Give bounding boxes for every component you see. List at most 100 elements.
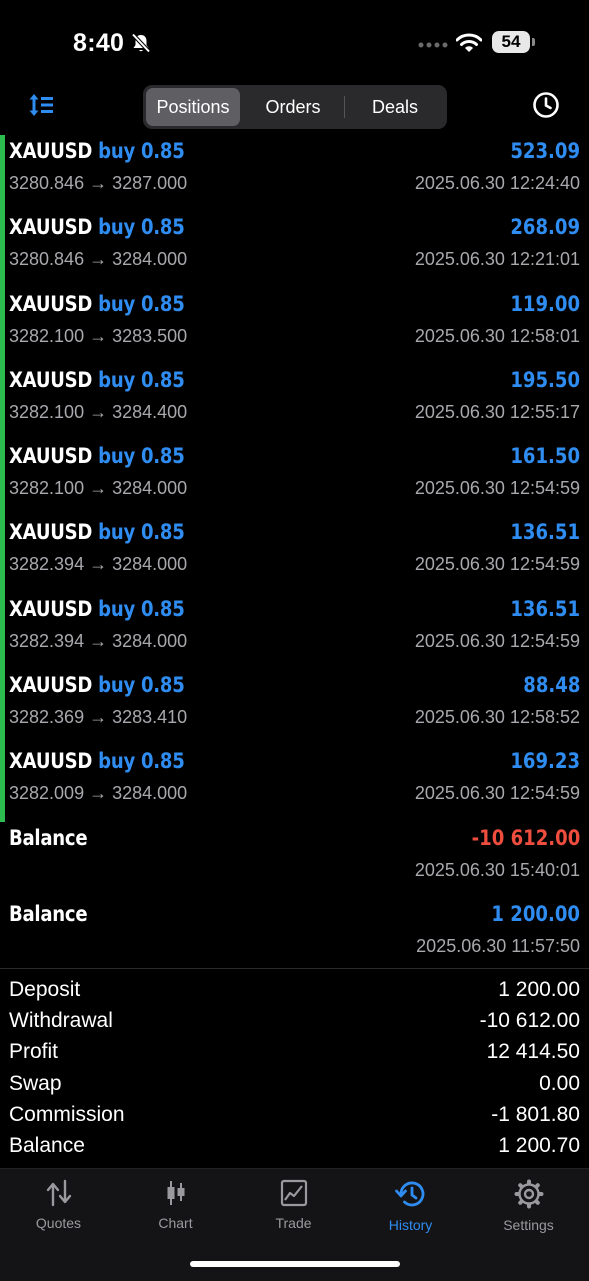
deal-row[interactable]: XAUUSD buy 0.85 195.50 3282.100 → 3284.4… [0, 363, 589, 441]
deal-profit: 523.09 [510, 139, 580, 163]
tab-deals[interactable]: Deals [346, 88, 444, 126]
position-indicator [0, 516, 5, 593]
segment-divider [344, 96, 345, 118]
tab-positions[interactable]: Positions [146, 88, 240, 126]
status-bar: 8:40 54 [0, 0, 589, 80]
deal-title: XAUUSD buy 0.85 [9, 673, 185, 697]
summary-label: Withdrawal [9, 1009, 113, 1033]
tab-label: Settings [503, 1217, 554, 1233]
balance-row[interactable]: Balance -10 612.00 2025.06.30 15:40:01 [0, 822, 589, 898]
deal-profit: 268.09 [510, 215, 580, 240]
home-indicator[interactable] [190, 1261, 400, 1267]
summary-value: 1 200.00 [498, 978, 580, 1001]
chart-icon [167, 1181, 184, 1205]
summary-label: Swap [9, 1071, 62, 1095]
deal-profit: 195.50 [510, 367, 580, 392]
history-icon [394, 1181, 424, 1207]
deal-symbol: XAUUSD [9, 749, 93, 774]
tab-label: History [388, 1217, 433, 1233]
tab-quotes[interactable]: Quotes [0, 1179, 117, 1231]
summary-value: 1 200.70 [498, 1133, 580, 1157]
tab-label: Chart [158, 1215, 193, 1231]
summary-profit: Profit 12 414.50 [0, 1038, 589, 1069]
deal-side: buy 0.85 [98, 673, 185, 698]
summary-value: 0.00 [539, 1071, 580, 1095]
deal-side: buy 0.85 [98, 596, 185, 621]
position-indicator [0, 363, 5, 441]
battery-indicator: 54 [492, 31, 530, 53]
deal-time: 2025.06.30 12:21:01 [414, 249, 580, 270]
deal-time: 2025.06.30 12:54:59 [414, 554, 580, 575]
deal-symbol: XAUUSD [9, 596, 93, 621]
deals-list: XAUUSD buy 0.85 523.09 3280.846 → 3287.0… [0, 135, 589, 974]
deal-prices: 3282.394 → 3284.000 [9, 554, 188, 575]
deal-profit: 136.51 [510, 520, 580, 545]
deal-title: XAUUSD buy 0.85 [9, 520, 185, 544]
deal-row[interactable]: XAUUSD buy 0.85 88.48 3282.369 → 3283.41… [0, 669, 589, 746]
deal-side: buy 0.85 [98, 520, 185, 545]
deal-prices: 3282.100 → 3284.000 [9, 478, 188, 499]
balance-title: Balance [9, 826, 88, 850]
deal-row[interactable]: XAUUSD buy 0.85 119.00 3282.100 → 3283.5… [0, 287, 589, 364]
battery-tip [532, 38, 535, 46]
balance-time: 2025.06.30 11:57:50 [416, 935, 580, 956]
deal-prices: 3282.100 → 3283.500 [9, 325, 188, 346]
deal-row[interactable]: XAUUSD buy 0.85 161.50 3282.100 → 3284.0… [0, 440, 589, 517]
deal-side: buy 0.85 [98, 367, 185, 392]
tab-chart[interactable]: Chart [117, 1179, 234, 1231]
deal-row[interactable]: XAUUSD buy 0.85 169.23 3282.009 → 3284.0… [0, 745, 589, 822]
deal-title: XAUUSD buy 0.85 [9, 749, 185, 773]
tab-history[interactable]: History [352, 1179, 469, 1233]
deal-symbol: XAUUSD [9, 673, 93, 698]
deal-title: XAUUSD buy 0.85 [9, 597, 185, 621]
deal-prices: 3282.394 → 3284.000 [9, 630, 188, 651]
deal-profit: 161.50 [510, 444, 580, 469]
history-summary: Deposit 1 200.00 Withdrawal -10 612.00 P… [0, 968, 589, 1163]
deal-side: buy 0.85 [98, 291, 185, 316]
history-segment-control: Positions Orders Deals [143, 85, 447, 129]
clock-period-icon[interactable] [532, 91, 560, 119]
deal-side: buy 0.85 [98, 139, 185, 163]
deal-time: 2025.06.30 12:55:17 [414, 401, 580, 422]
deal-symbol: XAUUSD [9, 139, 93, 163]
deal-row[interactable]: XAUUSD buy 0.85 136.51 3282.394 → 3284.0… [0, 592, 589, 670]
deal-title: XAUUSD buy 0.85 [9, 444, 185, 468]
tab-trade[interactable]: Trade [235, 1179, 352, 1231]
sort-icon[interactable] [28, 92, 56, 118]
trade-icon [280, 1179, 307, 1207]
summary-withdrawal: Withdrawal -10 612.00 [0, 1007, 589, 1038]
deal-symbol: XAUUSD [9, 367, 93, 392]
deal-symbol: XAUUSD [9, 520, 93, 545]
balance-label: Balance [9, 901, 88, 926]
summary-label: Deposit [9, 978, 81, 1001]
deal-row[interactable]: XAUUSD buy 0.85 136.51 3282.394 → 3284.0… [0, 516, 589, 593]
deal-row[interactable]: XAUUSD buy 0.85 268.09 3280.846 → 3284.0… [0, 211, 589, 288]
tab-orders[interactable]: Orders [243, 88, 343, 126]
deal-symbol: XAUUSD [9, 444, 93, 469]
deal-side: buy 0.85 [98, 444, 185, 469]
balance-time: 2025.06.30 15:40:01 [414, 859, 580, 880]
deal-row[interactable]: XAUUSD buy 0.85 523.09 3280.846 → 3287.0… [0, 135, 589, 212]
deal-time: 2025.06.30 12:24:40 [414, 173, 580, 193]
tab-settings[interactable]: Settings [470, 1179, 587, 1233]
deal-prices: 3282.100 → 3284.400 [9, 401, 188, 422]
position-indicator [0, 135, 5, 212]
deal-symbol: XAUUSD [9, 291, 93, 316]
summary-label: Profit [9, 1040, 59, 1064]
deal-title: XAUUSD buy 0.85 [9, 215, 185, 239]
balance-row[interactable]: Balance 1 200.00 2025.06.30 11:57:50 [0, 898, 589, 974]
position-indicator [0, 592, 5, 670]
summary-label: Balance [9, 1133, 85, 1157]
deal-prices: 3280.846 → 3284.000 [9, 249, 188, 270]
deal-title: XAUUSD buy 0.85 [9, 139, 185, 163]
position-indicator [0, 745, 5, 822]
summary-label: Commission [9, 1102, 125, 1126]
deal-time: 2025.06.30 12:58:52 [414, 707, 580, 728]
deal-title: XAUUSD buy 0.85 [9, 368, 185, 392]
tab-label: Quotes [35, 1215, 82, 1231]
cellular-signal-icon [418, 42, 448, 48]
position-indicator [0, 440, 5, 517]
summary-commission: Commission -1 801.80 [0, 1101, 589, 1132]
deal-time: 2025.06.30 12:58:01 [414, 325, 580, 346]
position-indicator [0, 287, 5, 364]
